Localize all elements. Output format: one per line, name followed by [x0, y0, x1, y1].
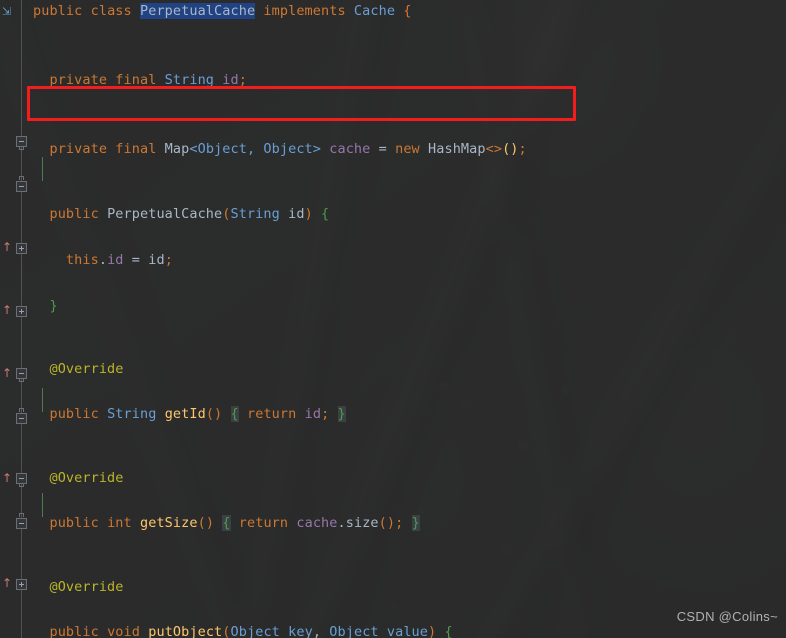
fold-collapse-icon[interactable] [15, 134, 29, 150]
token-operator: = [378, 141, 387, 157]
fold-collapse-icon[interactable] [15, 513, 29, 530]
override-method-icon[interactable]: ↑ [2, 240, 12, 254]
token-brace: { [403, 3, 412, 19]
token-annotation: @Override [49, 361, 124, 377]
token-keyword: public [49, 406, 99, 422]
fold-expand-icon[interactable] [15, 241, 29, 255]
token-return-type: void [107, 624, 140, 638]
token-keyword: public [49, 206, 99, 222]
override-method-icon[interactable]: ↑ [2, 366, 12, 380]
token-keyword: implements [263, 3, 346, 19]
token-semicolon: ; [164, 252, 173, 268]
fold-expand-icon[interactable] [15, 577, 29, 591]
token-field: cache [329, 141, 371, 157]
watermark-text: CSDN @Colins~ [676, 609, 778, 624]
token-return-type: String [107, 406, 157, 422]
fold-collapse-icon[interactable] [15, 366, 29, 382]
token-brace-match: { [230, 406, 239, 422]
token-constructor: HashMap [428, 141, 486, 157]
token-keyword: new [395, 141, 420, 157]
code-line[interactable]: } [33, 295, 786, 318]
editor-gutter[interactable]: ⇲ ↑ ↑ ↑ ↑ ↑ [0, 0, 28, 638]
token-keyword: private [49, 72, 108, 88]
editor-body: ⇲ ↑ ↑ ↑ ↑ ↑ public class PerpetualCache … [0, 0, 786, 638]
code-line[interactable]: public void putObject(Object key, Object… [33, 621, 786, 638]
token-dot: . [98, 252, 108, 268]
token-keyword: public [49, 515, 99, 531]
token-brace: { [321, 206, 330, 222]
token-param: Object key [230, 624, 313, 638]
token-keyword: return [238, 515, 289, 531]
token-type: String [164, 72, 215, 88]
token-field: id [107, 252, 124, 268]
code-line[interactable]: public class PerpetualCache implements C… [33, 0, 786, 23]
code-line[interactable]: private final String id; [33, 69, 786, 92]
token-constructor-name: PerpetualCache [107, 206, 223, 222]
token-keyword: return [247, 406, 297, 422]
code-line[interactable]: public int getSize() { return cache.size… [33, 512, 786, 535]
token-keyword: class [90, 3, 132, 19]
code-line[interactable]: public String getId() { return id; } [33, 403, 786, 426]
token-brace: } [49, 298, 58, 314]
token-param-type: String [230, 206, 280, 222]
token-keyword: final [115, 72, 157, 88]
fold-expand-icon[interactable] [15, 304, 29, 318]
token-brace-match: } [337, 406, 346, 422]
override-method-icon[interactable]: ↑ [2, 576, 12, 590]
token-keyword: final [115, 141, 157, 157]
code-content-area[interactable]: public class PerpetualCache implements C… [28, 0, 786, 638]
token-keyword: this [65, 252, 99, 268]
token-semicolon: ; [238, 72, 247, 88]
token-param-name: id [288, 206, 305, 222]
token-type: Map [164, 141, 190, 157]
override-method-icon[interactable]: ↑ [2, 471, 12, 485]
token-class-name-selected[interactable]: PerpetualCache [139, 3, 256, 19]
token-field: id [222, 72, 239, 88]
token-keyword: private [49, 141, 108, 157]
token-field: id [304, 406, 322, 422]
override-method-icon[interactable]: ↑ [2, 303, 12, 317]
code-line-highlighted[interactable]: private final Map<Object, Object> cache … [33, 138, 786, 161]
token-interface-name: Cache [353, 3, 396, 19]
implements-interface-icon[interactable]: ⇲ [2, 6, 14, 20]
code-line[interactable]: public PerpetualCache(String id) { [33, 203, 786, 226]
token-annotation: @Override [49, 579, 124, 595]
token-field: cache [296, 515, 338, 531]
token-method-name: getSize [140, 515, 198, 531]
token-annotation: @Override [49, 470, 124, 486]
code-line[interactable]: @Override [33, 358, 786, 381]
token-keyword: public [49, 624, 99, 638]
code-line[interactable]: @Override [33, 576, 786, 599]
token-brace-match: } [411, 515, 420, 531]
fold-collapse-icon[interactable] [15, 408, 29, 425]
fold-collapse-icon[interactable] [15, 176, 29, 193]
token-method-name: getId [164, 406, 206, 422]
fold-collapse-icon[interactable] [15, 471, 29, 487]
token-parens: () [502, 141, 519, 157]
gutter-divider-line [21, 0, 22, 638]
code-editor-screenshot: ⇲ ↑ ↑ ↑ ↑ ↑ public class PerpetualCache … [0, 0, 786, 638]
code-line[interactable]: @Override [33, 467, 786, 490]
token-method-name: putObject [148, 624, 223, 638]
token-param: Object value [329, 624, 429, 638]
token-keyword: public [33, 3, 83, 19]
token-value: id [148, 252, 165, 268]
token-brace-match: { [222, 515, 231, 531]
token-diamond: <> [485, 141, 503, 157]
token-operator: = [131, 252, 141, 268]
token-method-call: size [345, 515, 379, 531]
token-generics: <Object, Object> [189, 141, 322, 157]
token-semicolon: ; [518, 141, 527, 157]
code-line[interactable]: this.id = id; [33, 249, 786, 272]
token-return-type: int [107, 515, 132, 531]
